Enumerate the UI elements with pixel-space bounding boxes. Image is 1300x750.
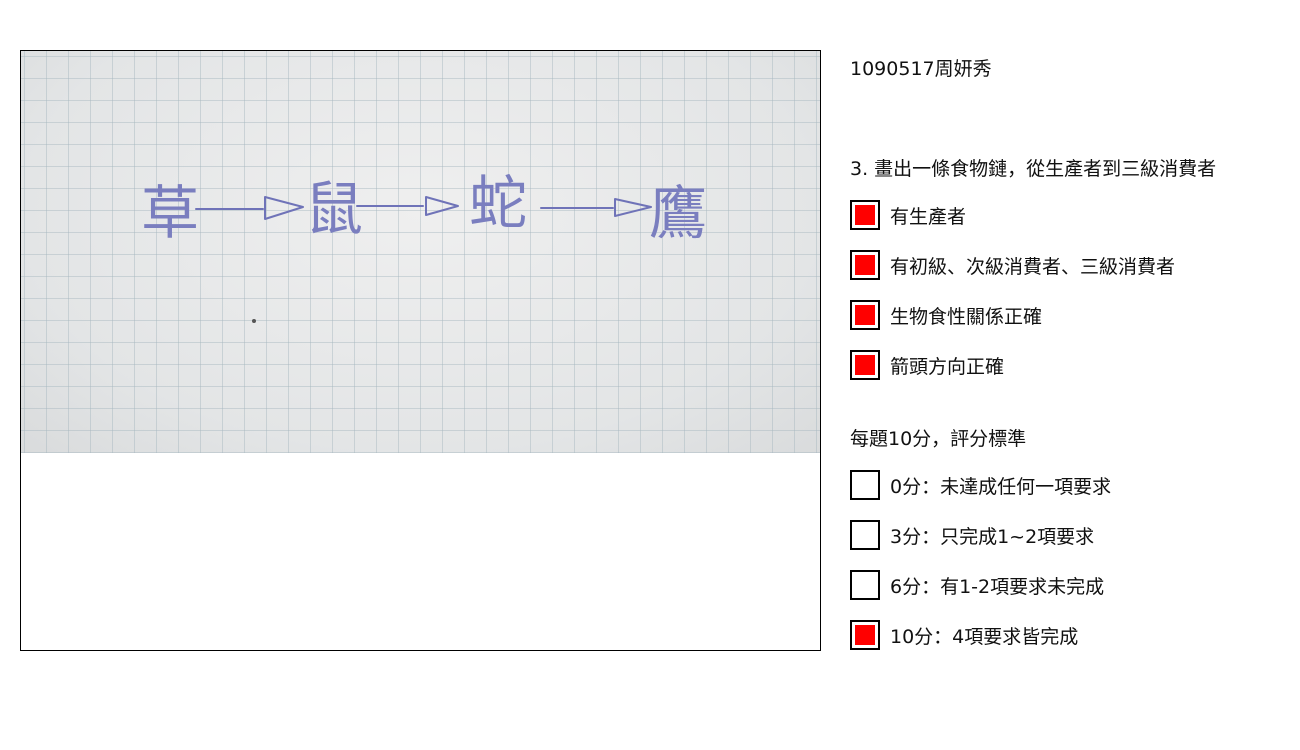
requirement-item-producer[interactable]: 有生產者: [850, 200, 966, 230]
score-label: 6分：有1-2項要求未完成: [890, 575, 1105, 598]
score-checkbox[interactable]: [850, 520, 880, 550]
requirement-label: 生物食性關係正確: [890, 305, 1043, 328]
requirement-checkbox[interactable]: [850, 300, 880, 330]
requirement-checkbox[interactable]: [850, 350, 880, 380]
score-option-3[interactable]: 3分：只完成1~2項要求: [850, 520, 1094, 550]
handwriting-word-2: 鼠: [305, 175, 363, 243]
answer-photo-frame: 草 鼠 蛇 鷹: [20, 50, 821, 651]
rubric-title: 每題10分，評分標準: [850, 428, 1027, 450]
handwriting-word-1: 草: [141, 179, 199, 247]
requirement-label: 箭頭方向正確: [890, 355, 1005, 378]
score-label: 3分：只完成1~2項要求: [890, 525, 1095, 548]
arrow-3: [540, 198, 652, 217]
score-checkbox[interactable]: [850, 620, 880, 650]
answer-photo: 草 鼠 蛇 鷹: [21, 51, 820, 453]
handwriting-word-4: 鷹: [649, 179, 707, 247]
score-option-10[interactable]: 10分：4項要求皆完成: [850, 620, 1078, 650]
score-option-0[interactable]: 0分：未達成任何一項要求: [850, 470, 1111, 500]
score-label: 10分：4項要求皆完成: [890, 625, 1079, 648]
score-option-6[interactable]: 6分：有1-2項要求未完成: [850, 570, 1104, 600]
pencil-dot: [252, 319, 256, 323]
handwriting-drawing: 草 鼠 蛇 鷹: [141, 169, 707, 323]
question-text: 3. 畫出一條食物鏈，從生產者到三級消費者: [850, 158, 1217, 180]
requirement-label: 有生產者: [890, 205, 967, 228]
score-checkbox[interactable]: [850, 570, 880, 600]
requirement-item-relationship[interactable]: 生物食性關係正確: [850, 300, 1042, 330]
requirement-checkbox[interactable]: [850, 250, 880, 280]
score-label: 0分：未達成任何一項要求: [890, 475, 1112, 498]
student-id: 1090517周妍秀: [850, 58, 992, 80]
arrow-1: [195, 196, 304, 220]
requirement-item-consumers[interactable]: 有初級、次級消費者、三級消費者: [850, 250, 1175, 280]
requirement-item-arrow-direction[interactable]: 箭頭方向正確: [850, 350, 1004, 380]
requirement-label: 有初級、次級消費者、三級消費者: [890, 255, 1176, 278]
arrow-2: [356, 196, 459, 216]
handwriting-word-3: 蛇: [469, 169, 527, 237]
requirement-checkbox[interactable]: [850, 200, 880, 230]
score-checkbox[interactable]: [850, 470, 880, 500]
